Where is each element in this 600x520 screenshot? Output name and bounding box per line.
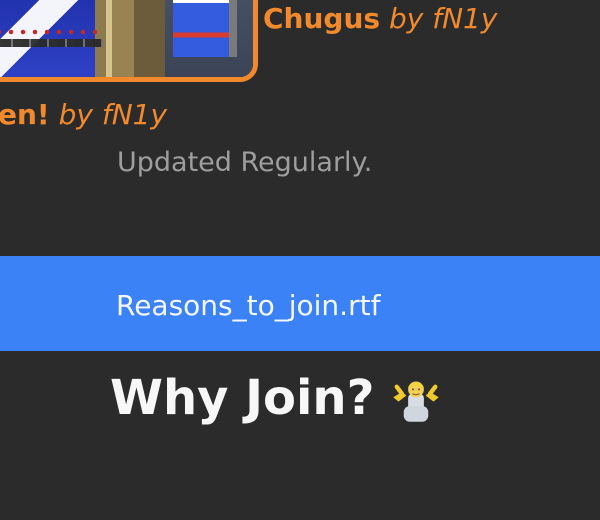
title-line-chugus: Chugus by fN1y (263, 5, 497, 33)
game-screenshot-wood-area (95, 0, 165, 77)
updated-regularly-text: Updated Regularly. (117, 147, 373, 178)
title-author-chugus: by fN1y (388, 2, 498, 35)
person-shrugging-icon (393, 381, 440, 422)
file-bar[interactable]: Reasons_to_join.rtf (0, 256, 600, 351)
why-join-heading: Why Join? (110, 370, 375, 426)
title-name-en: en! (0, 98, 50, 131)
title-author-en: by fN1y (58, 98, 168, 131)
game-screenshot-card (0, 0, 258, 82)
title-line-en: en! by fN1y (0, 101, 167, 129)
why-join-heading-wrap: Why Join? (110, 370, 444, 426)
game-screenshot-tower (173, 0, 237, 57)
title-name-chugus: Chugus (263, 2, 381, 35)
game-screenshot-health-bar (0, 29, 97, 35)
file-name-label: Reasons_to_join.rtf (116, 289, 381, 322)
game-screenshot-hotbar (0, 39, 103, 47)
